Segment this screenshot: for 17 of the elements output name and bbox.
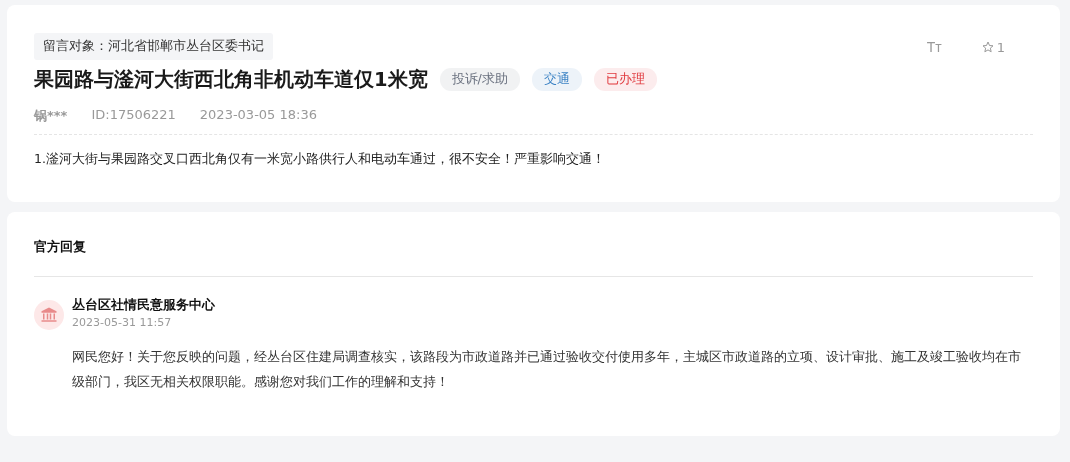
government-building-icon (34, 300, 64, 330)
text-size-button[interactable]: Tт (926, 39, 942, 55)
message-target-label: 留言对象：河北省邯郸市丛台区委书记 (34, 33, 273, 60)
category-tag: 已办理 (593, 68, 657, 91)
message-id: ID:17506221 (91, 107, 176, 124)
section-heading: 官方回复 (34, 238, 1033, 277)
reply-time: 2023-05-31 11:57 (72, 316, 173, 329)
category-tag: 投诉/求助 (439, 68, 520, 91)
category-tag: 交通 (531, 68, 582, 91)
message-title: 果园路与滏河大街西北角非机动车道仅1米宽 (34, 67, 428, 93)
message-time: 2023-03-05 18:36 (199, 107, 317, 124)
message-body: 1.滏河大街与果园路交叉口西北角仅有一米宽小路供行人和电动车通过，很不安全！严重影响交通！ (34, 151, 606, 168)
star-icon (981, 41, 994, 53)
reply-organization: 丛台区社情民意服务中心 (72, 297, 215, 314)
reply-body: 网民您好！关于您反映的问题，经丛台区住建局调查核实，该路段为市政道路并已通过验收交付使用多年，主城区市政道路的立项、设计审批、施工及竣工验收均在市级部门，我区无相关权限职能。感谢您对我们工作的理解和支持！ (72, 348, 1022, 391)
author-name: 锅*** (34, 107, 68, 125)
favorite-button[interactable]: 1 (981, 39, 1005, 55)
